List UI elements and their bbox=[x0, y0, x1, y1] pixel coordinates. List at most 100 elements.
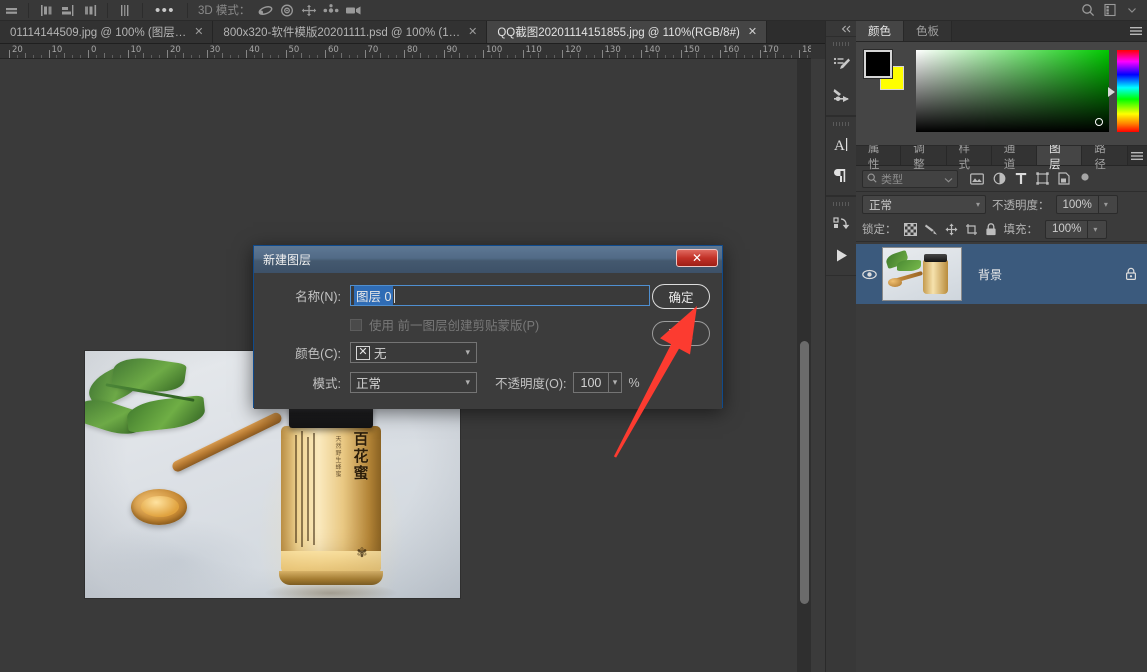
close-icon[interactable]: ✕ bbox=[676, 249, 718, 267]
ruler-tick bbox=[309, 55, 310, 58]
distribute-icon[interactable] bbox=[114, 1, 136, 20]
canvas-vertical-scrollbar[interactable] bbox=[797, 59, 811, 672]
rail-grip[interactable] bbox=[826, 121, 856, 127]
cancel-button[interactable]: 取消 bbox=[652, 321, 710, 346]
align-vertical-center-icon[interactable] bbox=[0, 1, 22, 20]
search-icon bbox=[867, 170, 877, 188]
pixel-layer-filter-icon[interactable] bbox=[970, 173, 984, 185]
rail-grip[interactable] bbox=[826, 201, 856, 207]
shape-layer-filter-icon[interactable] bbox=[1036, 172, 1049, 185]
scale-3d-icon[interactable] bbox=[342, 1, 364, 20]
clipping-mask-checkbox[interactable] bbox=[350, 319, 362, 331]
color-picker-marker bbox=[1095, 118, 1103, 126]
more-options-button[interactable]: ••• bbox=[149, 3, 181, 18]
adjustment-layer-filter-icon[interactable] bbox=[993, 172, 1006, 185]
fill-input[interactable]: 100% ▾ bbox=[1045, 220, 1107, 239]
chevron-down-icon[interactable] bbox=[1121, 1, 1143, 20]
character-panel-icon[interactable]: A bbox=[826, 129, 857, 160]
workspace-icon[interactable] bbox=[1099, 1, 1121, 20]
ruler-label: 40 bbox=[249, 45, 260, 55]
paragraph-panel-icon[interactable] bbox=[826, 160, 857, 191]
document-tab-1[interactable]: 01114144509.jpg @ 100% (图层… ✕ bbox=[0, 21, 213, 43]
brush-settings-icon[interactable] bbox=[826, 80, 857, 111]
slide-3d-icon[interactable] bbox=[320, 1, 342, 20]
pan-3d-icon[interactable] bbox=[298, 1, 320, 20]
ruler-tick bbox=[372, 55, 373, 58]
smart-object-filter-icon[interactable] bbox=[1058, 172, 1070, 185]
align-horizontal-center-icon[interactable] bbox=[57, 1, 79, 20]
lock-icon[interactable] bbox=[1125, 267, 1137, 281]
thumb-jar-body bbox=[923, 260, 948, 294]
lock-position-icon[interactable] bbox=[945, 223, 958, 236]
rail-grip[interactable] bbox=[826, 41, 856, 47]
panel-menu-icon[interactable] bbox=[1128, 146, 1147, 165]
layer-filter-type-select[interactable]: 类型 bbox=[862, 170, 958, 188]
tab-swatches[interactable]: 色板 bbox=[904, 21, 952, 41]
ruler-tick bbox=[570, 55, 571, 58]
chevron-down-icon[interactable]: ▾ bbox=[1098, 196, 1113, 213]
chevron-down-icon[interactable]: ▾ bbox=[608, 373, 620, 392]
ruler-tick bbox=[633, 55, 634, 58]
double-chevron-left-icon[interactable] bbox=[826, 21, 856, 36]
hue-strip[interactable] bbox=[1117, 50, 1139, 132]
lock-image-pixels-icon[interactable] bbox=[924, 223, 938, 236]
color-panel bbox=[856, 42, 1147, 145]
blend-mode-select[interactable]: 正常 ▾ bbox=[350, 372, 477, 393]
rail-group-brush bbox=[826, 36, 856, 116]
lock-transparent-pixels-icon[interactable] bbox=[904, 223, 917, 236]
tab-close-icon[interactable]: ✕ bbox=[467, 27, 477, 38]
ruler-tick bbox=[214, 55, 215, 58]
ruler-tick bbox=[744, 55, 745, 58]
blend-mode-select[interactable]: 正常 ▾ bbox=[862, 195, 986, 214]
tab-properties[interactable]: 属性 bbox=[856, 146, 901, 165]
document-tab-3[interactable]: QQ截图20201114151855.jpg @ 110%(RGB/8#) ✕ bbox=[487, 21, 767, 43]
align-right-icon[interactable] bbox=[79, 1, 101, 20]
foreground-color-swatch[interactable] bbox=[864, 50, 892, 78]
orbit-3d-icon[interactable] bbox=[254, 1, 276, 20]
tab-layers[interactable]: 图层 bbox=[1037, 146, 1082, 165]
brush-presets-icon[interactable] bbox=[826, 49, 857, 80]
layer-color-select[interactable]: ✕ 无 ▾ bbox=[350, 342, 477, 363]
tab-styles[interactable]: 样式 bbox=[947, 146, 992, 165]
panel-menu-icon[interactable] bbox=[1125, 21, 1147, 41]
tab-paths[interactable]: 路径 bbox=[1082, 146, 1127, 165]
jar-label-column bbox=[313, 433, 315, 545]
actions-icon[interactable] bbox=[826, 209, 857, 240]
opacity-label: 不透明度： bbox=[992, 197, 1050, 213]
ok-button[interactable]: 确定 bbox=[652, 284, 710, 309]
tab-close-icon[interactable]: ✕ bbox=[747, 27, 757, 38]
opacity-input[interactable]: 100 ▾ bbox=[573, 372, 622, 393]
align-left-icon[interactable] bbox=[35, 1, 57, 20]
opacity-input[interactable]: 100% ▾ bbox=[1056, 195, 1118, 214]
document-tab-2[interactable]: 800x320-软件模版20201111.psd @ 100% (1… ✕ bbox=[213, 21, 487, 43]
search-icon[interactable] bbox=[1077, 1, 1099, 20]
clipping-mask-row: 使用 前一图层创建剪贴蒙版(P) bbox=[268, 315, 708, 334]
lock-all-icon[interactable] bbox=[985, 223, 997, 236]
eye-icon[interactable] bbox=[856, 269, 882, 280]
tab-filler bbox=[952, 21, 1125, 41]
dialog-title-bar[interactable]: 新建图层 ✕ bbox=[254, 246, 722, 273]
layer-filter-icons bbox=[970, 172, 1091, 185]
ruler-tick bbox=[657, 53, 658, 58]
filter-toggle-icon[interactable] bbox=[1079, 172, 1091, 185]
play-icon[interactable] bbox=[826, 240, 857, 271]
tab-adjustments[interactable]: 调整 bbox=[901, 146, 946, 165]
tab-close-icon[interactable]: ✕ bbox=[193, 27, 203, 38]
chevron-down-icon[interactable]: ▾ bbox=[1087, 221, 1102, 238]
ruler-label: 130 bbox=[605, 45, 621, 55]
layer-thumbnail[interactable] bbox=[882, 247, 962, 301]
lock-label: 锁定： bbox=[862, 221, 897, 237]
tab-color[interactable]: 颜色 bbox=[856, 21, 904, 41]
layer-name-input[interactable]: 图层 0 bbox=[350, 285, 650, 306]
horizontal-ruler[interactable]: 2010010203040506070809010011012013014015… bbox=[0, 44, 811, 59]
ruler-tick bbox=[404, 50, 405, 58]
lock-artboard-icon[interactable] bbox=[965, 223, 978, 236]
type-layer-filter-icon[interactable] bbox=[1015, 172, 1027, 185]
chevron-down-icon: ▾ bbox=[465, 377, 474, 388]
color-field[interactable] bbox=[916, 50, 1109, 132]
scrollbar-thumb[interactable] bbox=[800, 341, 809, 604]
roll-3d-icon[interactable] bbox=[276, 1, 298, 20]
tab-channels[interactable]: 通道 bbox=[992, 146, 1037, 165]
table-row[interactable]: 背景 bbox=[856, 244, 1147, 304]
ruler-tick bbox=[128, 50, 129, 58]
